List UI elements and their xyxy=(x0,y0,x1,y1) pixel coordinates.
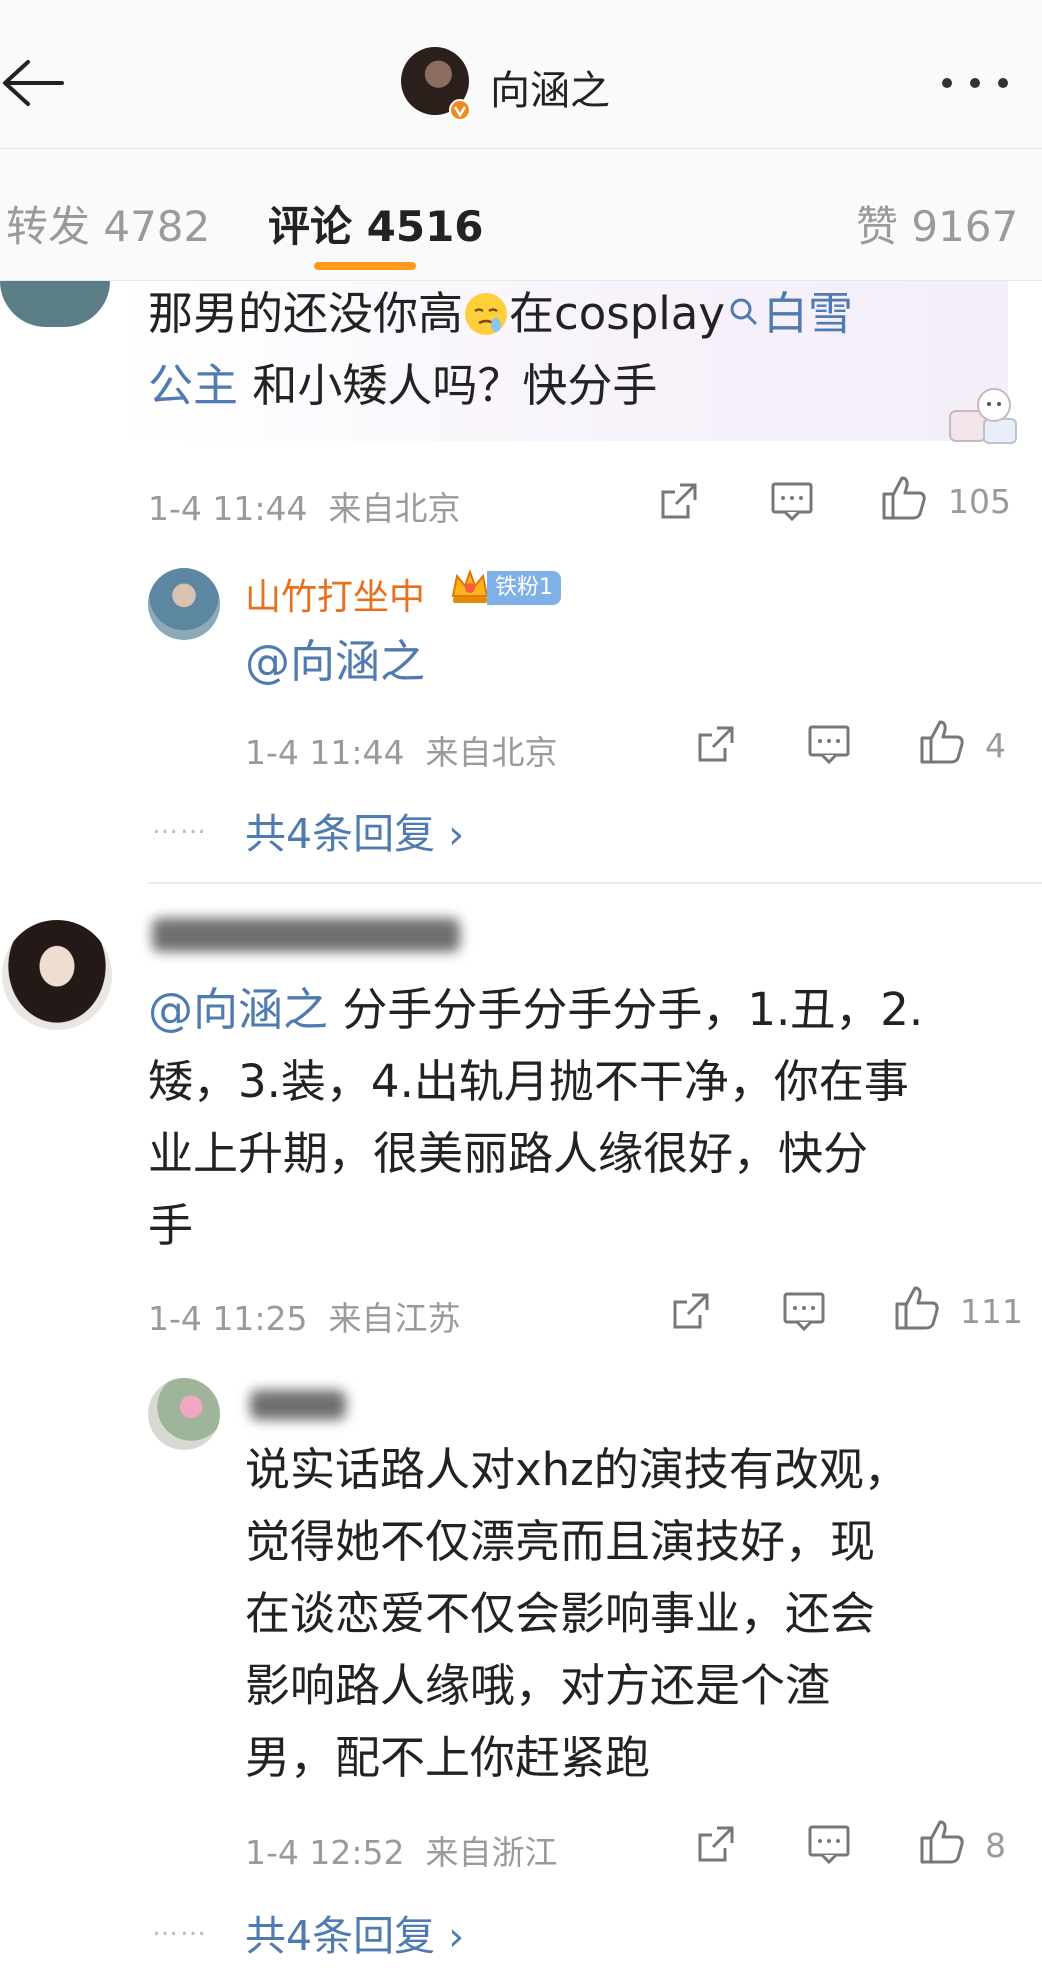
share-icon[interactable] xyxy=(695,723,737,765)
share-icon[interactable] xyxy=(695,1823,737,1865)
comment-icon[interactable] xyxy=(782,1290,826,1332)
share-icon[interactable] xyxy=(670,1290,712,1332)
comment-text: 那男的还没你高 在cosplay 白雪 公主 和小矮人吗？快分手 xyxy=(148,278,1008,422)
comment-text: @向涵之 分手分手分手分手，1.丑，2. 矮，3.装，4.出轨月抛不干净，你在事… xyxy=(148,983,924,1252)
tab-like[interactable]: 赞 9167 xyxy=(856,193,1018,254)
reply-time: 1-4 11:44 来自北京 xyxy=(245,733,558,772)
reply-dots: …… xyxy=(152,810,208,840)
blurred-username xyxy=(152,918,460,952)
top-bar: 向涵之 xyxy=(0,0,1042,149)
like-count: 8 xyxy=(985,1826,1006,1865)
search-icon xyxy=(730,298,758,326)
comment-avatar[interactable] xyxy=(2,920,112,1030)
reply-avatar[interactable] xyxy=(148,1378,220,1450)
reply-username[interactable]: 山竹打坐中 xyxy=(245,568,425,620)
like-icon[interactable] xyxy=(893,1284,941,1332)
more-icon[interactable] xyxy=(940,76,1010,90)
comment-text-segment: 在cosplay xyxy=(509,287,726,340)
like-count: 111 xyxy=(960,1292,1023,1331)
reply-mention[interactable]: @向涵之 xyxy=(245,626,425,698)
comment-time: 1-4 11:25 来自江苏 xyxy=(148,1299,461,1338)
comment-avatar[interactable] xyxy=(0,281,110,327)
tab-bar: 转发 4782 评论 4516 赞 9167 xyxy=(0,149,1042,281)
more-replies-link[interactable]: 共4条回复 › xyxy=(245,1902,464,1962)
reply-time: 1-4 12:52 来自浙江 xyxy=(245,1833,558,1872)
verified-badge-icon xyxy=(449,99,471,121)
more-replies-link[interactable]: 共4条回复 › xyxy=(245,800,464,860)
topic-link[interactable]: 公主 xyxy=(148,359,238,412)
comment-text-segment: 那男的还没你高 xyxy=(148,287,464,340)
share-icon[interactable] xyxy=(658,480,700,522)
reply-avatar[interactable] xyxy=(148,568,220,640)
reply-text: 说实话路人对xhz的演技有改观， 觉得她不仅漂亮而且演技好，现 在谈恋爱不仅会影… xyxy=(245,1443,909,1784)
fan-badge: 铁粉1 xyxy=(487,571,561,605)
divider xyxy=(148,882,1042,884)
like-count: 4 xyxy=(985,726,1006,765)
like-icon[interactable] xyxy=(880,474,928,522)
like-count: 105 xyxy=(948,482,1011,521)
mention-link[interactable]: @向涵之 xyxy=(148,983,328,1036)
comment-text-segment: 和小矮人吗？快分手 xyxy=(238,359,658,412)
tab-comment[interactable]: 评论 4516 xyxy=(268,193,484,254)
comment-icon[interactable] xyxy=(807,723,851,765)
comment-time: 1-4 11:44 来自北京 xyxy=(148,489,461,528)
comment-icon[interactable] xyxy=(807,1823,851,1865)
emoji-icon xyxy=(465,293,508,335)
active-tab-indicator xyxy=(314,262,416,270)
reply-dots: …… xyxy=(152,1912,208,1942)
page-title: 向涵之 xyxy=(490,68,610,114)
comment-icon[interactable] xyxy=(770,480,814,522)
blurred-username xyxy=(250,1390,346,1420)
crown-icon xyxy=(451,569,489,603)
back-arrow-icon[interactable] xyxy=(0,58,66,108)
like-icon[interactable] xyxy=(918,718,966,766)
topic-link[interactable]: 白雪 xyxy=(763,287,853,340)
tab-repost[interactable]: 转发 4782 xyxy=(6,193,210,254)
like-icon[interactable] xyxy=(918,1818,966,1866)
